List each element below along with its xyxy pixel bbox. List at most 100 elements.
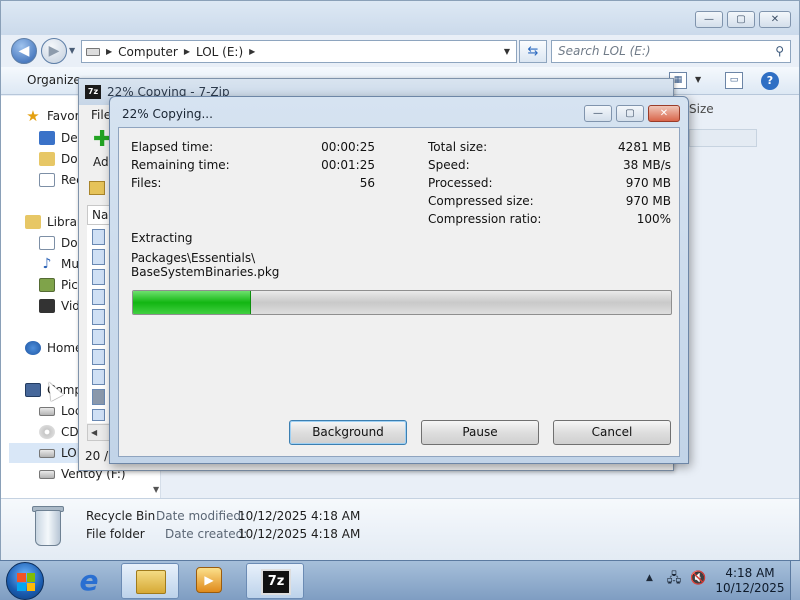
nav-label: Homegroup: [47, 341, 81, 355]
nav-videos[interactable]: Videos: [39, 296, 79, 316]
preview-pane-icon[interactable]: ▭: [725, 72, 743, 89]
breadcrumb-computer[interactable]: Computer: [118, 45, 178, 59]
operation-label: Extracting: [131, 231, 193, 245]
file-icon[interactable]: [92, 369, 105, 385]
organize-button[interactable]: Organize: [27, 73, 81, 87]
nav-label: Libraries: [47, 215, 81, 229]
processed-label: Processed:: [428, 176, 493, 190]
cancel-button[interactable]: Cancel: [553, 420, 671, 445]
breadcrumb-drive[interactable]: LOL (E:): [196, 45, 243, 59]
nav-documents[interactable]: Documents: [39, 233, 79, 253]
pause-button[interactable]: Pause: [421, 420, 539, 445]
volume-muted-icon[interactable]: 🔇: [690, 571, 706, 587]
dialog-maximize-button[interactable]: ▢: [616, 105, 644, 122]
search-icon[interactable]: ⚲: [775, 41, 784, 62]
file-icon[interactable]: [92, 309, 105, 325]
taskbar-7zip-button[interactable]: 7z: [246, 563, 304, 599]
nav-local-disk[interactable]: Local Disk (C:): [39, 401, 79, 421]
folder-up-icon[interactable]: [89, 181, 105, 195]
background-button[interactable]: Background: [289, 420, 407, 445]
remaining-time-value: 00:01:25: [321, 158, 375, 172]
progress-bar-fill: [133, 291, 252, 314]
total-size-value: 4281 MB: [618, 140, 671, 154]
files-label: Files:: [131, 176, 162, 190]
address-dropdown-icon[interactable]: ▼: [504, 47, 510, 56]
nav-label: Favorites: [47, 109, 81, 123]
dialog-title: 22% Copying...: [122, 107, 213, 121]
folder-icon: [136, 570, 166, 594]
nav-homegroup[interactable]: Homegroup: [25, 338, 81, 358]
nav-libraries[interactable]: Libraries: [25, 212, 81, 232]
taskbar-explorer-button[interactable]: [121, 563, 179, 599]
media-player-icon[interactable]: ▶: [196, 567, 222, 593]
file-icon[interactable]: [92, 389, 105, 405]
scroll-down-icon[interactable]: ▼: [153, 485, 159, 494]
back-button[interactable]: ◀: [11, 38, 37, 64]
nav-recent-places[interactable]: Recent Places: [39, 170, 79, 190]
nav-pictures[interactable]: Pictures: [39, 275, 79, 295]
nav-desktop[interactable]: Desktop: [39, 128, 79, 148]
help-icon[interactable]: ?: [761, 72, 779, 90]
history-dropdown-icon[interactable]: ▼: [69, 46, 75, 55]
nav-label: Recent Places: [61, 173, 79, 187]
remaining-time-label: Remaining time:: [131, 158, 230, 172]
windows-logo-icon: [17, 573, 35, 591]
file-icon[interactable]: [92, 249, 105, 265]
breadcrumb-arrow-icon[interactable]: ▶: [249, 47, 255, 56]
nav-cd-drive[interactable]: CD Drive (D:): [39, 422, 79, 442]
breadcrumb-arrow-icon[interactable]: ▶: [184, 47, 190, 56]
dialog-minimize-button[interactable]: —: [584, 105, 612, 122]
elapsed-time-label: Elapsed time:: [131, 140, 214, 154]
speed-label: Speed:: [428, 158, 470, 172]
show-desktop-button[interactable]: [790, 561, 800, 600]
nav-music[interactable]: ♪ Music: [39, 254, 79, 274]
copy-progress-dialog: 22% Copying... — ▢ ✕ Elapsed time: 00:00…: [109, 96, 689, 464]
maximize-button[interactable]: ▢: [727, 11, 755, 28]
compression-ratio-label: Compression ratio:: [428, 212, 542, 226]
search-input[interactable]: Search LOL (E:) ⚲: [551, 40, 791, 63]
homegroup-icon: [25, 341, 41, 355]
clock-date: 10/12/2025: [715, 581, 785, 595]
search-placeholder: Search LOL (E:): [558, 44, 651, 58]
nav-label: Pictures: [61, 278, 79, 292]
minimize-button[interactable]: —: [695, 11, 723, 28]
file-icon[interactable]: [92, 409, 105, 421]
recent-places-icon: [39, 173, 55, 187]
file-icon[interactable]: [92, 349, 105, 365]
date-created-label: Date created:: [165, 527, 248, 541]
7zip-icon: 7z: [261, 569, 291, 595]
nav-downloads[interactable]: Downloads: [39, 149, 79, 169]
file-icon[interactable]: [92, 269, 105, 285]
breadcrumb-arrow-icon[interactable]: ▶: [106, 47, 112, 56]
nav-label: Desktop: [61, 131, 79, 145]
videos-icon: [39, 299, 55, 313]
file-icon[interactable]: [92, 289, 105, 305]
start-button[interactable]: [6, 562, 44, 600]
drive-icon: [86, 47, 100, 56]
drive-icon: [39, 448, 55, 458]
downloads-icon: [39, 152, 55, 166]
close-button[interactable]: ✕: [759, 11, 791, 28]
network-icon[interactable]: 🖧: [666, 571, 682, 587]
file-icon[interactable]: [92, 229, 105, 245]
desktop-icon: [39, 131, 55, 145]
7zip-logo-icon: 7z: [85, 85, 101, 99]
address-bar[interactable]: ▶ Computer ▶ LOL (E:) ▶ ▼: [81, 40, 517, 63]
dialog-close-button[interactable]: ✕: [648, 105, 680, 122]
size-column-header[interactable]: Size: [689, 102, 714, 116]
forward-button[interactable]: ▶: [41, 38, 67, 64]
internet-explorer-icon[interactable]: e: [72, 565, 106, 597]
system-clock[interactable]: 4:18 AM 10/12/2025: [712, 566, 788, 596]
show-hidden-icons-icon[interactable]: ▲: [646, 573, 653, 583]
documents-icon: [39, 236, 55, 250]
view-dropdown-icon[interactable]: ▼: [695, 75, 701, 84]
refresh-icon: ⇆: [527, 44, 539, 59]
recycle-bin-icon: [29, 504, 67, 552]
details-pane: Recycle Bin File folder Date modified: 1…: [1, 498, 799, 560]
file-icon[interactable]: [92, 329, 105, 345]
music-icon: ♪: [42, 256, 52, 272]
date-created-value: 10/12/2025 4:18 AM: [238, 527, 361, 541]
refresh-button[interactable]: ⇆: [519, 40, 547, 63]
nav-favorites[interactable]: ★ Favorites: [25, 106, 81, 126]
drive-icon: [39, 469, 55, 479]
